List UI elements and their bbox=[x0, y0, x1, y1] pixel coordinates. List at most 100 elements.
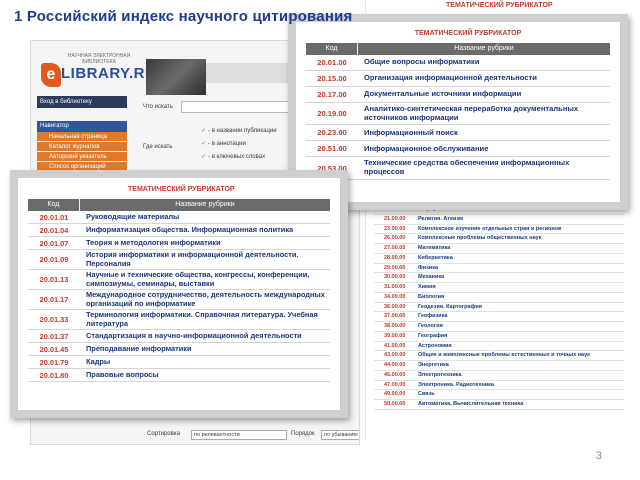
rubric-name[interactable]: Информационный поиск bbox=[358, 128, 610, 138]
rubric-code[interactable]: 34.00.00 bbox=[374, 293, 418, 302]
table-row[interactable]: 20.19.00 Аналитико-синтетическая перерабо… bbox=[306, 103, 610, 126]
rubric-code[interactable]: 43.00.00 bbox=[374, 351, 418, 360]
table-row[interactable]: 28.00.00 Кибернетика bbox=[374, 254, 624, 264]
rubric-name[interactable]: Автоматика. Вычислительная техника bbox=[418, 401, 523, 407]
rubric-name[interactable]: Аналитико-синтетическая переработка доку… bbox=[358, 104, 610, 122]
rubric-code[interactable]: 20.01.17 bbox=[28, 295, 80, 304]
rubric-code[interactable]: 20.01.79 bbox=[28, 358, 80, 367]
rubric-name[interactable]: Механика bbox=[418, 274, 444, 280]
table-row[interactable]: 38.00.00 Геология bbox=[374, 322, 624, 332]
table-row[interactable]: 34.00.00 Биология bbox=[374, 293, 624, 303]
rubric-name[interactable]: Руководящие материалы bbox=[80, 212, 330, 222]
table-row[interactable]: 20.01.07 Теория и методология информатики bbox=[28, 237, 330, 250]
rubric-code[interactable]: 28.00.00 bbox=[374, 254, 418, 263]
checkbox-icon[interactable]: ✓ bbox=[201, 141, 206, 147]
rubric-code[interactable]: 31.00.00 bbox=[374, 283, 418, 292]
table-row[interactable]: 20.01.80 Правовые вопросы bbox=[28, 369, 330, 383]
rubric-code[interactable]: 21.00.00 bbox=[374, 215, 418, 224]
rubric-name[interactable]: География bbox=[418, 333, 447, 339]
rubric-code[interactable]: 20.01.80 bbox=[28, 371, 80, 380]
rubric-code[interactable]: 47.00.00 bbox=[374, 381, 418, 390]
table-row[interactable]: 20.01.00 Общие вопросы информатики bbox=[306, 55, 610, 71]
rubric-code[interactable]: 30.00.00 bbox=[374, 273, 418, 282]
rubric-name[interactable]: Технические средства обеспечения информа… bbox=[358, 158, 610, 176]
rubric-name[interactable]: Химия bbox=[418, 284, 436, 290]
table-row[interactable]: 29.00.00 Физика bbox=[374, 264, 624, 274]
table-row[interactable]: 20.01.13 Научные и технические общества, … bbox=[28, 270, 330, 291]
table-row[interactable]: 20.23.00 Информационный поиск bbox=[306, 125, 610, 142]
checkbox-icon[interactable]: ✓ bbox=[201, 128, 206, 134]
rubric-code[interactable]: 50.00.00 bbox=[374, 400, 418, 409]
rubric-code[interactable]: 36.00.00 bbox=[374, 303, 418, 312]
rubric-name[interactable]: Общие и комплексные проблемы естественны… bbox=[418, 352, 590, 358]
table-row[interactable]: 43.00.00 Общие и комплексные проблемы ест… bbox=[374, 351, 624, 361]
table-row[interactable]: 20.01.17 Международное сотрудничество, де… bbox=[28, 290, 330, 311]
rubric-name[interactable]: Связь bbox=[418, 391, 435, 397]
rubric-name[interactable]: Религия. Атеизм bbox=[418, 216, 463, 222]
rubric-code[interactable]: 20.01.37 bbox=[28, 332, 80, 341]
rubric-code[interactable]: 29.00.00 bbox=[374, 264, 418, 273]
rubric-code[interactable]: 37.00.00 bbox=[374, 312, 418, 321]
table-row[interactable]: 49.00.00 Связь bbox=[374, 390, 624, 400]
table-row[interactable]: 31.00.00 Химия bbox=[374, 283, 624, 293]
rubric-code[interactable]: 26.00.00 bbox=[374, 234, 418, 243]
table-row[interactable]: 45.00.00 Электротехника bbox=[374, 371, 624, 381]
table-row[interactable]: 27.00.00 Математика bbox=[374, 244, 624, 254]
table-row[interactable]: 20.15.00 Организация информационной деяте… bbox=[306, 71, 610, 87]
table-row[interactable]: 20.51.00 Информационное обслуживание bbox=[306, 141, 610, 158]
rubric-code[interactable]: 20.01.04 bbox=[28, 226, 80, 235]
rubric-code[interactable]: 23.00.00 bbox=[374, 225, 418, 234]
rubric-code[interactable]: 39.00.00 bbox=[374, 332, 418, 341]
rubric-name[interactable]: Стандартизация в научно-информационной д… bbox=[80, 331, 330, 341]
search-option-abstract[interactable]: ✓ - в аннотации bbox=[201, 140, 246, 147]
rubric-code[interactable]: 20.01.07 bbox=[28, 239, 80, 248]
checkbox-icon[interactable]: ✓ bbox=[201, 154, 206, 160]
rubric-code[interactable]: 20.01.33 bbox=[28, 315, 80, 324]
nav-item[interactable]: Авторский указатель bbox=[37, 152, 127, 162]
rubric-name[interactable]: Научные и технические общества, конгресс… bbox=[80, 270, 330, 288]
rubric-code[interactable]: 20.01.01 bbox=[28, 213, 80, 222]
table-row[interactable]: 20.01.09 История информатики и информацио… bbox=[28, 250, 330, 271]
rubric-name[interactable]: Комплексное изучение отдельных стран и р… bbox=[418, 226, 561, 232]
nav-item[interactable]: Каталог журналов bbox=[37, 142, 127, 152]
rubric-code[interactable]: 20.51.00 bbox=[306, 144, 358, 153]
table-row[interactable]: 50.00.00 Автоматика. Вычислительная техни… bbox=[374, 400, 624, 410]
rubric-name[interactable]: Теория и методология информатики bbox=[80, 238, 330, 248]
table-row[interactable]: 44.00.00 Энергетика bbox=[374, 361, 624, 371]
rubric-name[interactable]: Преподавание информатики bbox=[80, 344, 330, 354]
rubric-name[interactable]: Документальные источники информации bbox=[358, 89, 610, 99]
rubric-code[interactable]: 38.00.00 bbox=[374, 322, 418, 331]
rubric-name[interactable]: Организация информационной деятельности bbox=[358, 73, 610, 83]
rubric-name[interactable]: Геодезия. Картография bbox=[418, 304, 482, 310]
table-row[interactable]: 39.00.00 География bbox=[374, 332, 624, 342]
rubric-name[interactable]: Астрономия bbox=[418, 343, 452, 349]
rubric-code[interactable]: 20.01.00 bbox=[306, 58, 358, 67]
table-row[interactable]: 21.00.00 Религия. Атеизм bbox=[374, 215, 624, 225]
rubric-code[interactable]: 20.01.13 bbox=[28, 275, 80, 284]
rubric-name[interactable]: Электроника. Радиотехника bbox=[418, 382, 494, 388]
rubric-name[interactable]: Геофизика bbox=[418, 313, 447, 319]
table-row[interactable]: 30.00.00 Механика bbox=[374, 273, 624, 283]
rubric-name[interactable]: Геология bbox=[418, 323, 443, 329]
table-row[interactable]: 20.01.37 Стандартизация в научно-информац… bbox=[28, 330, 330, 344]
table-row[interactable]: 20.01.79 Кадры bbox=[28, 356, 330, 370]
table-row[interactable]: 41.00.00 Астрономия bbox=[374, 342, 624, 352]
nav-item[interactable]: Начальная страница bbox=[37, 132, 127, 142]
rubric-code[interactable]: 20.01.09 bbox=[28, 255, 80, 264]
rubric-code[interactable]: 20.23.00 bbox=[306, 128, 358, 137]
rubric-code[interactable]: 20.17.00 bbox=[306, 90, 358, 99]
rubric-name[interactable]: Энергетика bbox=[418, 362, 449, 368]
table-row[interactable]: 20.01.04 Информатизация общества. Информа… bbox=[28, 224, 330, 237]
table-row[interactable]: 20.53.00 Технические средства обеспечения… bbox=[306, 157, 610, 180]
rubric-code[interactable]: 20.19.00 bbox=[306, 109, 358, 118]
elibrary-logo[interactable]: НАУЧНАЯ ЭЛЕКТРОННАЯ БИБЛИОТЕКА e LIBRARY… bbox=[39, 51, 156, 95]
table-row[interactable]: 37.00.00 Геофизика bbox=[374, 312, 624, 322]
rubric-name[interactable]: Терминология информатики. Справочная лит… bbox=[80, 310, 330, 328]
rubric-code[interactable]: 20.01.45 bbox=[28, 345, 80, 354]
rubric-code[interactable]: 20.15.00 bbox=[306, 74, 358, 83]
table-row[interactable]: 20.01.33 Терминология информатики. Справо… bbox=[28, 310, 330, 331]
rubric-code[interactable]: 44.00.00 bbox=[374, 361, 418, 370]
search-option-keywords[interactable]: ✓ - в ключевых словах bbox=[201, 153, 265, 160]
rubric-code[interactable]: 45.00.00 bbox=[374, 371, 418, 380]
sort-select[interactable]: по релевантности bbox=[191, 430, 287, 440]
